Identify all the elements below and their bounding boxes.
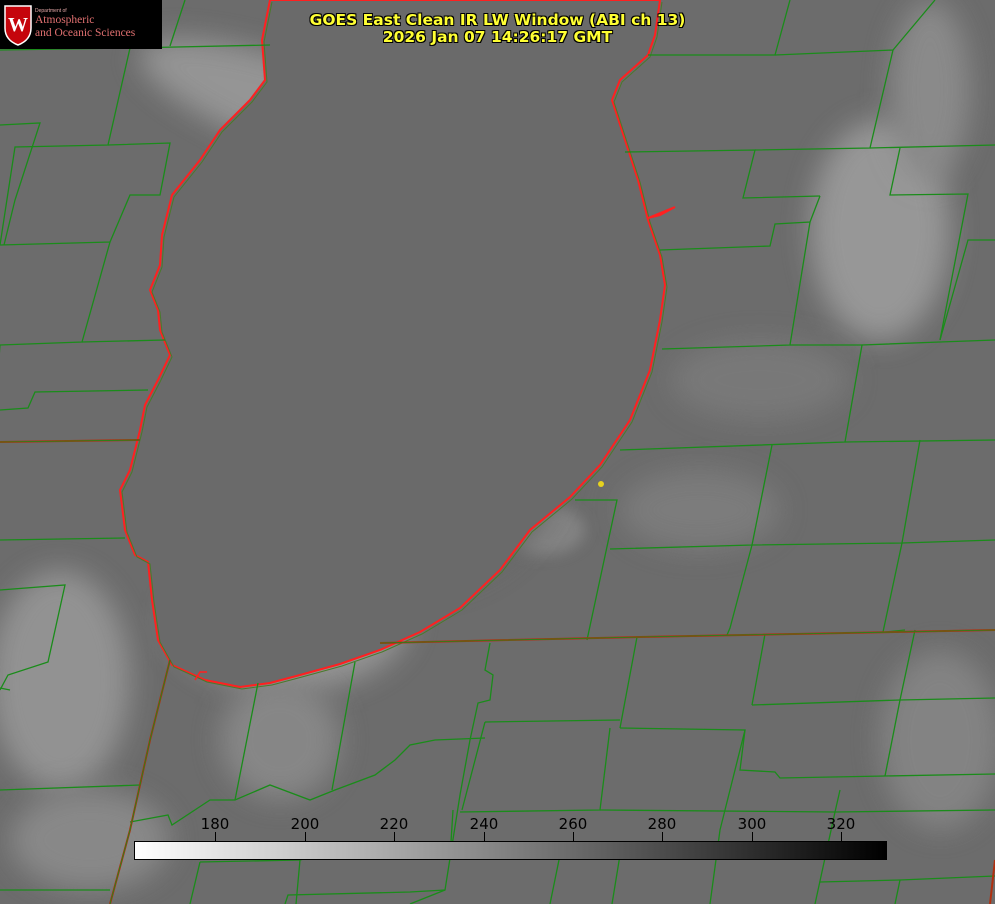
colorbar-tick-label: 200 — [290, 815, 320, 833]
colorbar-tick — [215, 832, 216, 841]
colorbar-tick-label: 320 — [826, 815, 856, 833]
map-canvas — [0, 0, 995, 904]
colorbar-tick-label: 240 — [469, 815, 499, 833]
title-timestamp: 2026 Jan 07 14:26:17 GMT — [382, 28, 613, 46]
colorbar-tick — [752, 832, 753, 841]
station-marker — [598, 481, 604, 487]
colorbar-tick-label: 220 — [379, 815, 409, 833]
colorbar-tick-label: 260 — [558, 815, 588, 833]
colorbar-tick — [305, 832, 306, 841]
colorbar-tick — [484, 832, 485, 841]
colorbar-tick-label: 180 — [200, 815, 230, 833]
colorbar-tick — [573, 832, 574, 841]
temperature-colorbar — [134, 841, 887, 860]
colorbar-tick-label: 280 — [647, 815, 677, 833]
title-product: GOES East Clean IR LW Window (ABI ch 13) — [309, 11, 686, 29]
colorbar-tick — [394, 832, 395, 841]
colorbar-tick — [662, 832, 663, 841]
colorbar-tick — [841, 832, 842, 841]
image-title: GOES East Clean IR LW Window (ABI ch 13)… — [0, 12, 995, 46]
colorbar-tick-label: 300 — [737, 815, 767, 833]
satellite-image: W Department of Atmospheric and Oceanic … — [0, 0, 995, 904]
